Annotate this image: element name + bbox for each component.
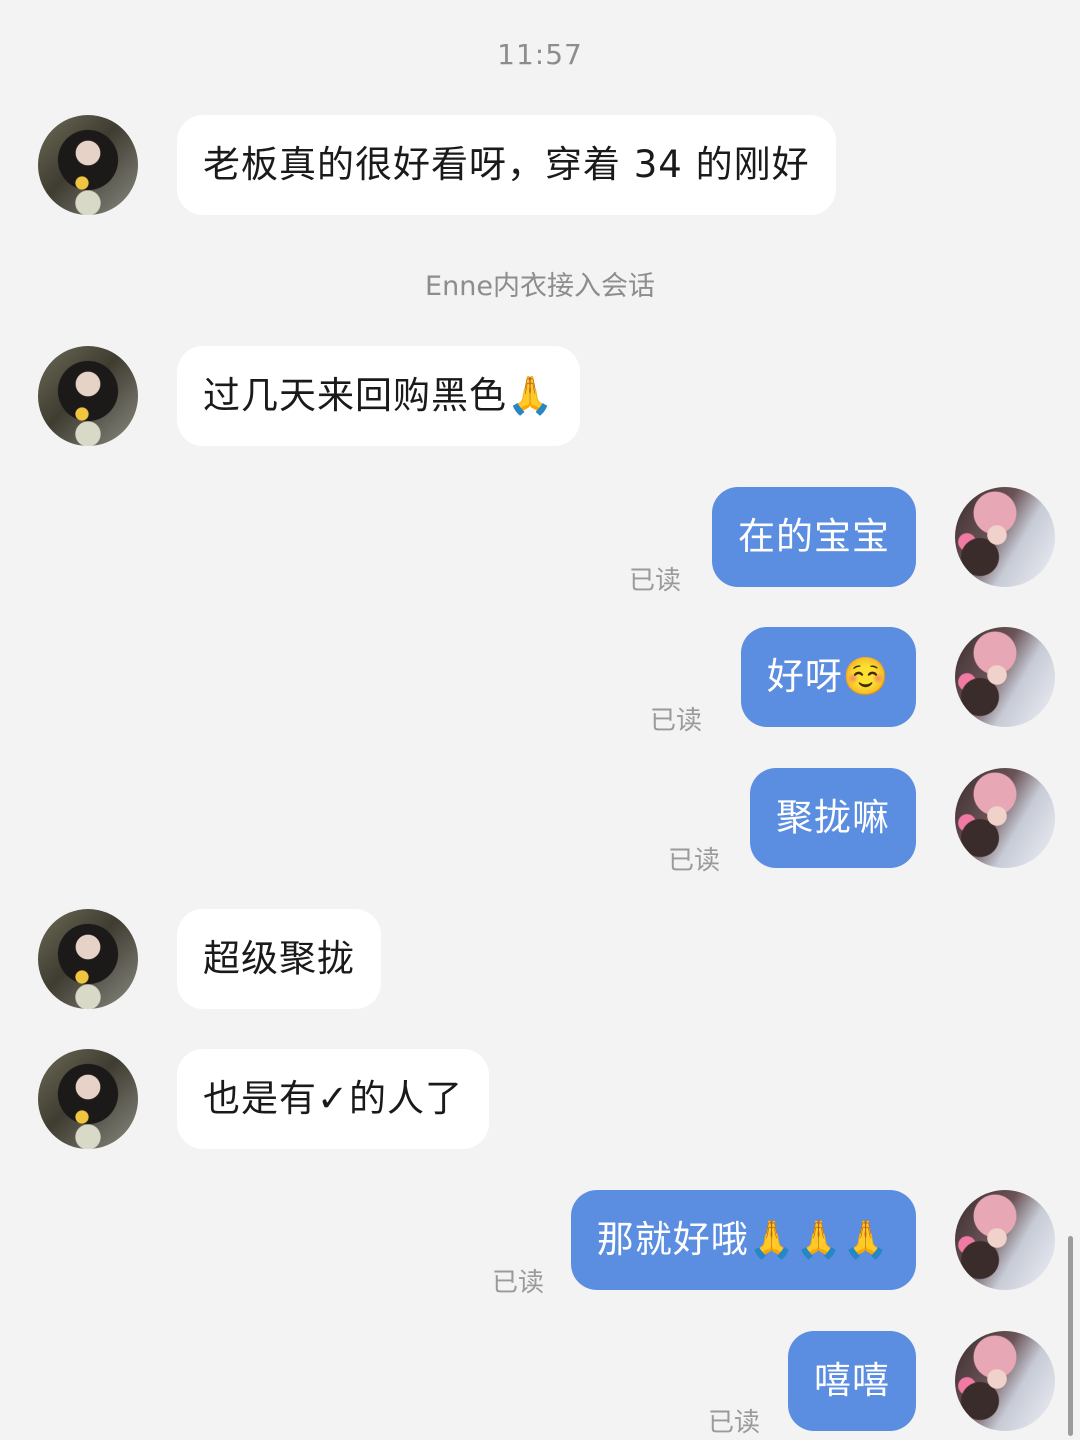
timestamp: 11:57 xyxy=(497,38,583,71)
read-receipt: 已读 xyxy=(707,1408,760,1438)
shop-avatar[interactable] xyxy=(955,627,1055,727)
scrollbar[interactable] xyxy=(1068,1236,1073,1436)
message-bubble-outgoing[interactable]: 聚拢嘛 xyxy=(750,768,916,868)
shop-avatar[interactable] xyxy=(955,768,1055,868)
message-bubble-outgoing[interactable]: 那就好哦🙏🙏🙏 xyxy=(570,1190,916,1290)
system-note: Enne内衣接入会话 xyxy=(425,271,655,302)
read-receipt: 已读 xyxy=(491,1268,544,1298)
shop-avatar[interactable] xyxy=(955,487,1055,587)
customer-avatar[interactable] xyxy=(38,115,138,215)
message-bubble-incoming[interactable]: 老板真的很好看呀，穿着 34 的刚好 xyxy=(177,115,836,215)
message-bubble-incoming[interactable]: 超级聚拢 xyxy=(177,909,381,1009)
message-bubble-outgoing[interactable]: 好呀☺️ xyxy=(740,627,916,727)
message-bubble-outgoing[interactable]: 在的宝宝 xyxy=(712,487,916,587)
read-receipt: 已读 xyxy=(628,566,681,596)
read-receipt: 已读 xyxy=(667,846,720,876)
customer-avatar[interactable] xyxy=(38,346,138,446)
shop-avatar[interactable] xyxy=(955,1190,1055,1290)
shop-avatar[interactable] xyxy=(955,1331,1055,1431)
customer-avatar[interactable] xyxy=(38,1049,138,1149)
read-receipt: 已读 xyxy=(649,706,702,736)
chat-view: 11:57 老板真的很好看呀，穿着 34 的刚好 Enne内衣接入会话 过几天来… xyxy=(0,0,1080,1440)
message-bubble-incoming[interactable]: 也是有✓的人了 xyxy=(177,1049,490,1149)
message-bubble-incoming[interactable]: 过几天来回购黑色🙏 xyxy=(177,346,581,446)
message-bubble-outgoing[interactable]: 嘻嘻 xyxy=(788,1331,916,1431)
customer-avatar[interactable] xyxy=(38,909,138,1009)
